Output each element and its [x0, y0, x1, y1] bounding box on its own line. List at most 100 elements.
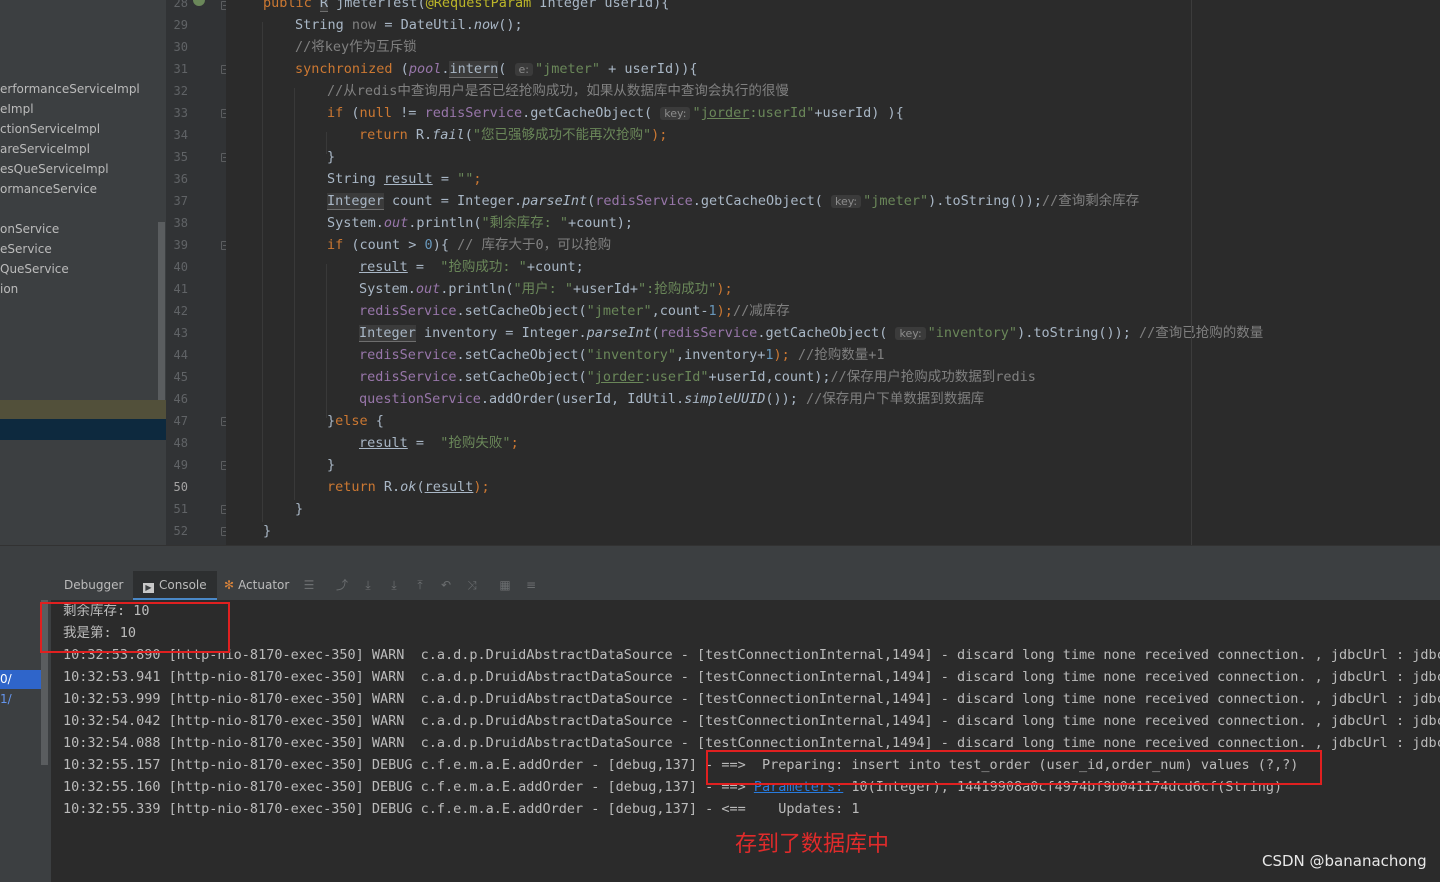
- tree-item[interactable]: eService: [0, 239, 52, 259]
- sidebar-scrollbar[interactable]: [158, 222, 165, 400]
- tree-item[interactable]: esQueServiceImpl: [0, 159, 109, 179]
- tab-label: Actuator: [238, 578, 290, 592]
- code-token: ,count-: [651, 303, 709, 319]
- drop-frame-icon[interactable]: ↶: [439, 578, 453, 592]
- code-token: (count >: [351, 237, 425, 253]
- tab-label: Console: [159, 578, 207, 592]
- code-token: jorder: [594, 369, 644, 385]
- tree-item-highlight[interactable]: [0, 400, 166, 419]
- code-token: );: [473, 479, 490, 495]
- code-token: "inventory": [586, 347, 676, 363]
- step-over-icon[interactable]: ⤓: [361, 578, 375, 592]
- code-token: =: [407, 435, 441, 451]
- code-token: .getCacheObject(: [692, 193, 831, 209]
- project-sidebar: erformanceServiceImpl eImpl ctionService…: [0, 0, 166, 545]
- parameter-hint: e:: [514, 63, 533, 76]
- code-line-41: System.out.println("用户: "+userId+":抢购成功"…: [359, 278, 733, 300]
- code-line-50: return R.ok(result);: [327, 476, 490, 498]
- tree-item[interactable]: eImpl: [0, 99, 34, 119]
- tab-debugger[interactable]: Debugger: [56, 571, 131, 600]
- line-number: 29: [173, 18, 188, 32]
- code-token: .getCacheObject(: [757, 325, 896, 341]
- code-line-43: Integer inventory = Integer.parseInt(red…: [359, 322, 1263, 344]
- step-out-icon[interactable]: ⤒: [413, 578, 427, 592]
- code-line-52: }: [263, 520, 271, 542]
- console-icon: ▶: [143, 583, 154, 593]
- console-line: 10:32:53.999 [http-nio-8170-exec-350] WA…: [63, 691, 1440, 707]
- code-line-48: result = "抢购失败";: [359, 432, 519, 454]
- frame-item[interactable]: 0/: [0, 672, 12, 686]
- code-token: return: [327, 479, 384, 495]
- code-token: ).toString());: [1017, 325, 1139, 341]
- code-token: :userId": [643, 369, 709, 385]
- code-token: ,inventory+: [676, 347, 766, 363]
- trace-icon[interactable]: ≡: [524, 578, 538, 592]
- step-into-icon[interactable]: ⤓: [387, 578, 401, 592]
- line-number: 51: [173, 502, 188, 516]
- code-token: +count);: [567, 215, 633, 231]
- code-token: redisService: [424, 105, 523, 121]
- right-margin-guide: [1191, 0, 1192, 545]
- tab-actuator[interactable]: ✻ Actuator: [222, 571, 291, 600]
- code-token: "抢购失败": [440, 435, 511, 451]
- frame-item[interactable]: 1/: [0, 692, 12, 706]
- code-token: Integer: [359, 325, 416, 342]
- code-token: if: [327, 105, 352, 121]
- tool-window-splitter[interactable]: [0, 545, 1440, 572]
- code-token: synchronized: [295, 61, 401, 77]
- code-line-39: if (count > 0){ // 库存大于0，可以抢购: [327, 234, 611, 256]
- code-token: ok: [400, 479, 417, 495]
- code-token: out: [415, 281, 441, 297]
- tree-item[interactable]: ctionServiceImpl: [0, 119, 100, 139]
- tree-item[interactable]: areServiceImpl: [0, 139, 90, 159]
- code-token: redisService: [659, 325, 758, 341]
- evaluate-icon[interactable]: ▦: [498, 578, 512, 592]
- red-highlight-box: [40, 602, 230, 653]
- code-token: redisService: [595, 193, 693, 209]
- code-token: +userId+: [572, 281, 638, 297]
- code-line-32: //从redis中查询用户是否已经抢购成功，如果从数据库中查询会执行的很慢: [327, 80, 789, 102]
- code-token: =: [407, 259, 441, 275]
- tab-console[interactable]: ▶ Console: [133, 571, 217, 600]
- code-line-29: String now = DateUtil.now();: [295, 14, 523, 36]
- code-token: (: [351, 105, 360, 121]
- menu-icon[interactable]: ☰: [302, 578, 316, 592]
- code-token: fail: [432, 127, 465, 143]
- tree-item[interactable]: erformanceServiceImpl: [0, 79, 140, 99]
- line-number: 35: [173, 150, 188, 164]
- code-token: +userId) ){: [814, 105, 904, 121]
- console-line: 10:32:55.339 [http-nio-8170-exec-350] DE…: [63, 801, 860, 817]
- code-token: result: [359, 435, 408, 451]
- code-token: intern: [449, 61, 499, 78]
- tree-item[interactable]: ormanceService: [0, 179, 97, 199]
- code-token: ": [586, 369, 595, 385]
- code-editor[interactable]: public R jmeterTest(@RequestParam Intege…: [226, 0, 1440, 545]
- code-comment: //保存用户抢购成功数据到redis: [830, 369, 1036, 385]
- show-execution-point-icon[interactable]: ⤴: [335, 578, 349, 592]
- code-token: (: [416, 479, 425, 495]
- tree-item[interactable]: QueService: [0, 259, 69, 279]
- code-token: System.: [359, 281, 416, 297]
- line-number: 46: [173, 392, 188, 406]
- tree-item[interactable]: ion: [0, 279, 18, 299]
- run-to-cursor-icon[interactable]: ⤨: [465, 578, 479, 592]
- code-token: .setCacheObject(: [456, 369, 587, 385]
- code-token: +count;: [526, 259, 584, 275]
- console-text: 10:32:55.160 [http-nio-8170-exec-350] DE…: [63, 779, 754, 795]
- code-token: "抢购成功: ": [440, 259, 527, 275]
- tree-item[interactable]: onService: [0, 219, 59, 239]
- code-token: !=: [392, 105, 425, 121]
- code-token: }: [327, 457, 336, 473]
- code-token: 1: [708, 303, 717, 319]
- code-token: result: [383, 171, 433, 187]
- code-token: "您已强够成功不能再次抢购": [472, 127, 652, 143]
- code-token: ;: [510, 435, 519, 451]
- code-token: inventory = Integer.: [415, 325, 587, 341]
- code-token: out: [383, 215, 409, 231]
- code-token: );: [716, 303, 733, 319]
- parameter-hint: key:: [660, 107, 691, 120]
- code-token: (: [464, 127, 473, 143]
- tree-item-selected[interactable]: [0, 419, 166, 440]
- code-token: ();: [498, 17, 523, 33]
- code-token: 1: [765, 347, 774, 363]
